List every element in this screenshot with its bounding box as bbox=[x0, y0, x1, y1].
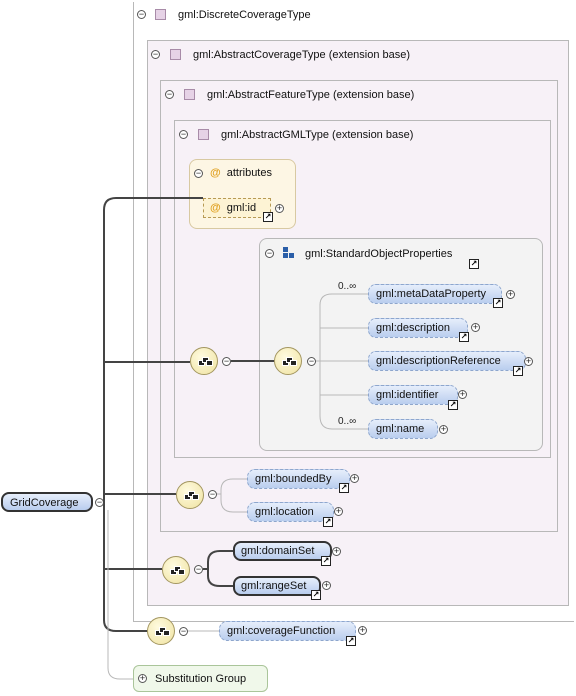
connector-lines bbox=[103, 197, 368, 680]
